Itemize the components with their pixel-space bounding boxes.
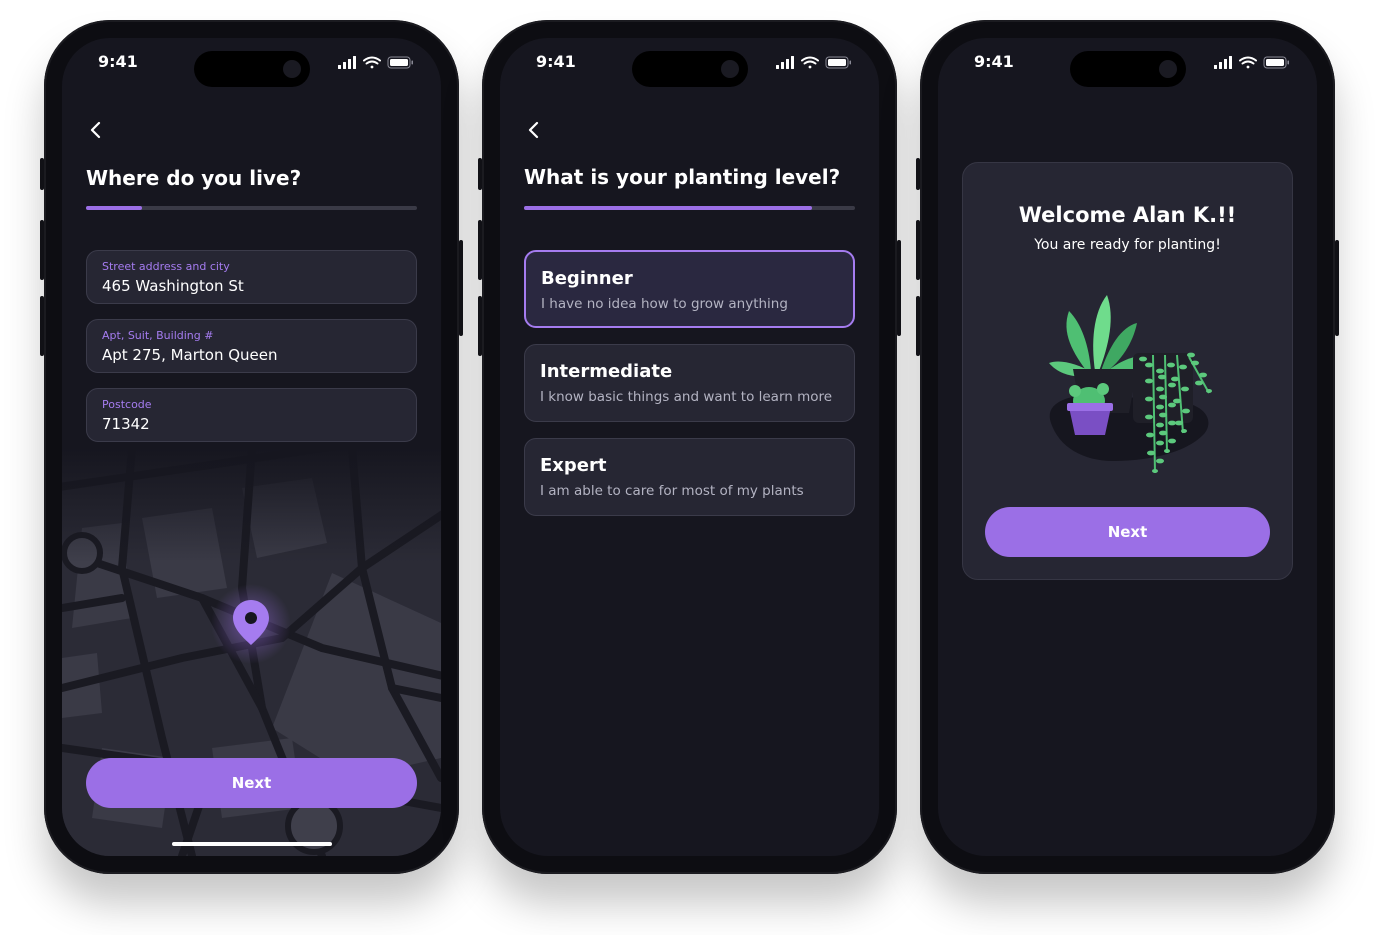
progress-bar [524, 206, 855, 210]
home-indicator [171, 842, 332, 846]
phone-level: 9:41 What is your planting level? Beginn… [478, 20, 901, 874]
dynamic-island [1070, 51, 1186, 87]
signal-icon [776, 56, 794, 69]
battery-icon [387, 56, 413, 69]
screen-level: 9:41 What is your planting level? Beginn… [500, 38, 879, 856]
dynamic-island [194, 51, 310, 87]
plants-illustration-icon [1049, 295, 1212, 474]
page-title: What is your planting level? [524, 165, 841, 189]
option-description: I know basic things and want to learn mo… [540, 389, 833, 405]
wifi-icon [1239, 56, 1257, 69]
welcome-title: Welcome Alan K.!! [1018, 203, 1237, 227]
welcome-subtitle: You are ready for planting! [1034, 237, 1221, 253]
status-time: 9:41 [98, 52, 138, 71]
phone-address: 9:41 Where do you live? Street address a… [40, 20, 463, 874]
progress-bar [86, 206, 417, 210]
option-description: I have no idea how to grow anything [541, 296, 788, 312]
signal-icon [338, 56, 356, 69]
status-icons [1214, 56, 1289, 69]
option-title: Expert [540, 455, 607, 476]
screen-address: 9:41 Where do you live? Street address a… [62, 38, 441, 856]
wifi-icon [801, 56, 819, 69]
welcome-card: Welcome Alan K.!! You are ready for plan… [962, 162, 1293, 580]
field-value: Apt 275, Marton Queen [102, 346, 278, 364]
level-option-expert[interactable]: Expert I am able to care for most of my … [524, 438, 855, 516]
field-value: 71342 [102, 415, 150, 433]
field-label: Street address and city [102, 260, 230, 273]
back-chevron-icon[interactable] [522, 118, 546, 142]
field-label: Postcode [102, 398, 152, 411]
status-bar: 9:41 [62, 38, 441, 88]
progress-fill [524, 206, 812, 210]
wifi-icon [363, 56, 381, 69]
option-title: Beginner [541, 268, 633, 289]
next-button[interactable]: Next [86, 758, 417, 808]
option-description: I am able to care for most of my plants [540, 483, 804, 499]
option-title: Intermediate [540, 361, 673, 382]
signal-icon [1214, 56, 1232, 69]
status-icons [338, 56, 413, 69]
field-label: Apt, Suit, Building # [102, 329, 214, 342]
status-time: 9:41 [974, 52, 1014, 71]
phone-welcome: 9:41 Welcome Alan K.!! You are ready for… [916, 20, 1339, 874]
screen-welcome: 9:41 Welcome Alan K.!! You are ready for… [938, 38, 1317, 856]
street-address-field[interactable]: Street address and city 465 Washington S… [86, 250, 417, 304]
next-button[interactable]: Next [985, 507, 1270, 557]
page-title: Where do you live? [86, 166, 302, 190]
progress-fill [86, 206, 143, 210]
level-option-intermediate[interactable]: Intermediate I know basic things and wan… [524, 344, 855, 422]
field-value: 465 Washington St [102, 277, 244, 295]
status-icons [776, 56, 851, 69]
status-bar: 9:41 [500, 38, 879, 88]
level-option-beginner[interactable]: Beginner I have no idea how to grow anyt… [524, 250, 855, 328]
dynamic-island [632, 51, 748, 87]
apartment-field[interactable]: Apt, Suit, Building # Apt 275, Marton Qu… [86, 319, 417, 373]
back-chevron-icon[interactable] [84, 118, 108, 142]
battery-icon [825, 56, 851, 69]
postcode-field[interactable]: Postcode 71342 [86, 388, 417, 442]
status-bar: 9:41 [938, 38, 1317, 88]
battery-icon [1263, 56, 1289, 69]
status-time: 9:41 [536, 52, 576, 71]
